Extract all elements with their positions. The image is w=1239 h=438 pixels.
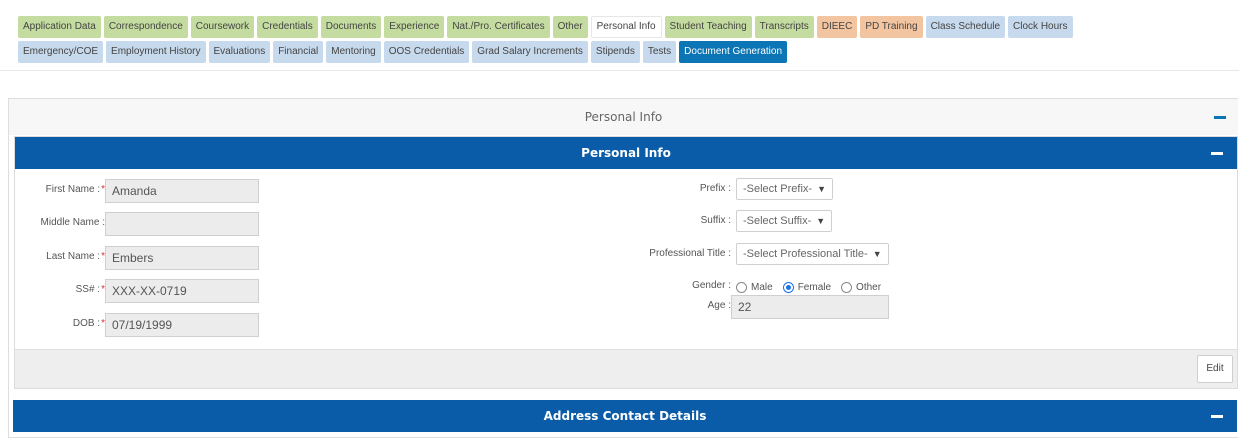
professional-title-label: Professional Title :	[649, 248, 731, 259]
address-panel-title: Address Contact Details	[543, 409, 707, 423]
tab-mentoring[interactable]: Mentoring	[326, 41, 381, 63]
tab-financial[interactable]: Financial	[273, 41, 324, 63]
section-title: Personal Info	[584, 110, 663, 124]
dob-label: DOB :*	[72, 318, 105, 329]
tab-other[interactable]: Other	[552, 16, 588, 38]
ssn-input[interactable]: XXX-XX-0719	[105, 279, 259, 303]
personal-info-panel: Personal Info First Name :* Amanda Middl…	[14, 136, 1238, 389]
personal-info-form: First Name :* Amanda Middle Name : Last …	[15, 169, 1237, 349]
tab-correspondence[interactable]: Correspondence	[103, 16, 188, 38]
tab-grad-salary-increments[interactable]: Grad Salary Increments	[472, 41, 588, 63]
first-name-input[interactable]: Amanda	[105, 179, 259, 203]
chevron-down-icon: ▼	[817, 184, 826, 194]
minus-icon[interactable]	[1211, 152, 1223, 155]
gender-option-label: Female	[797, 282, 832, 293]
tab-stipends[interactable]: Stipends	[590, 41, 640, 63]
tab-row-1: Application Data Correspondence Coursework…	[18, 16, 1228, 38]
panel-footer: Edit	[15, 349, 1237, 388]
minus-icon[interactable]	[1211, 415, 1223, 418]
first-name-label: First Name :*	[45, 184, 105, 195]
tab-personal-info[interactable]: Personal Info	[590, 16, 662, 38]
minus-icon[interactable]	[1214, 116, 1226, 119]
gender-radio-other[interactable]	[841, 282, 853, 293]
divider	[0, 70, 1239, 71]
tab-oos-credentials[interactable]: OOS Credentials	[383, 41, 470, 63]
address-contact-header[interactable]: Address Contact Details	[13, 400, 1237, 432]
tab-emergency-coe[interactable]: Emergency/COE	[18, 41, 104, 63]
dob-input[interactable]: 07/19/1999	[105, 313, 259, 337]
section-header[interactable]: Personal Info	[9, 99, 1238, 135]
gender-option-label: Other	[856, 282, 882, 293]
tab-evaluations[interactable]: Evaluations	[208, 41, 271, 63]
tab-experience[interactable]: Experience	[384, 16, 445, 38]
suffix-label: Suffix :	[700, 215, 731, 226]
gender-radio-male[interactable]	[736, 282, 747, 293]
ssn-label: SS# :*	[75, 284, 105, 295]
panel-title: Personal Info	[581, 146, 671, 160]
prefix-label: Prefix :	[699, 183, 731, 194]
gender-option-label: Male	[751, 282, 773, 293]
last-name-label: Last Name :*	[46, 251, 105, 262]
suffix-select[interactable]: -Select Suffix- ▼	[736, 210, 833, 232]
gender-label: Gender :	[692, 280, 731, 291]
panel-header[interactable]: Personal Info	[15, 137, 1237, 169]
tab-class-schedule[interactable]: Class Schedule	[925, 16, 1006, 38]
tab-coursework[interactable]: Coursework	[190, 16, 255, 38]
tab-tests[interactable]: Tests	[642, 41, 677, 63]
age-label: Age :	[707, 300, 731, 311]
tab-application-data[interactable]: Application Data	[18, 16, 101, 38]
gender-radio-group: Male Female Other	[736, 282, 887, 293]
chevron-down-icon: ▼	[872, 249, 882, 259]
tab-dieec[interactable]: DIEEC	[816, 16, 858, 38]
tab-transcripts[interactable]: Transcripts	[754, 16, 814, 38]
tab-student-teaching[interactable]: Student Teaching	[664, 16, 752, 38]
last-name-input[interactable]: Embers	[105, 246, 259, 270]
tab-row-2: Emergency/COE Employment History Evaluatio…	[18, 41, 1228, 63]
edit-button[interactable]: Edit	[1197, 355, 1233, 383]
tab-employment-history[interactable]: Employment History	[106, 41, 206, 63]
gender-radio-female[interactable]	[782, 282, 794, 293]
tab-pd-training[interactable]: PD Training	[860, 16, 923, 38]
tab-clock-hours[interactable]: Clock Hours	[1008, 16, 1073, 38]
tab-documents[interactable]: Documents	[320, 16, 382, 38]
tab-document-generation[interactable]: Document Generation	[679, 41, 788, 63]
middle-name-input[interactable]	[105, 212, 259, 236]
personal-info-section: Personal Info Personal Info First Name :…	[8, 98, 1238, 438]
tab-nat-pro-certificates[interactable]: Nat./Pro. Certificates	[447, 16, 550, 38]
tab-credentials[interactable]: Credentials	[257, 16, 318, 38]
professional-title-select[interactable]: -Select Professional Title- ▼	[736, 243, 889, 265]
chevron-down-icon: ▼	[816, 216, 826, 226]
tab-bar: Application Data Correspondence Coursework…	[18, 16, 1228, 66]
prefix-select[interactable]: -Select Prefix- ▼	[736, 178, 833, 200]
middle-name-label: Middle Name :	[40, 217, 105, 228]
age-input[interactable]: 22	[731, 295, 889, 319]
